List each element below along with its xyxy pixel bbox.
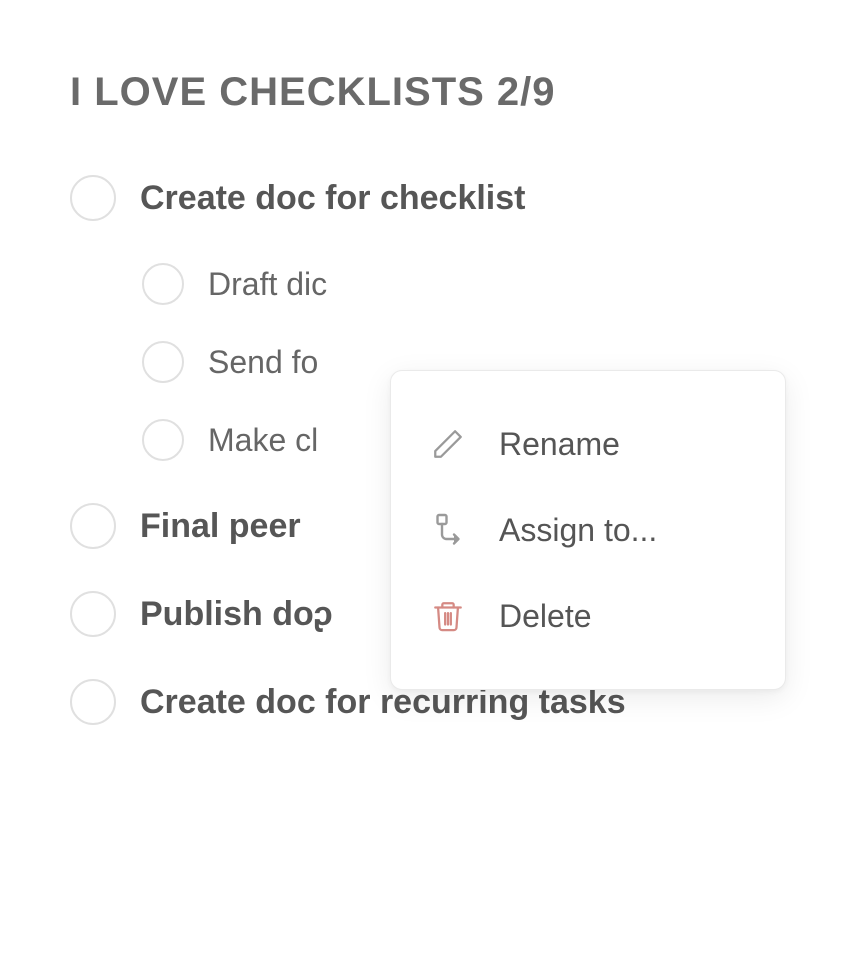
- checklist-item-label: Create doc for checklist: [140, 179, 525, 218]
- checklist-subitem[interactable]: Draft dic: [142, 263, 794, 305]
- checkbox-icon[interactable]: [70, 679, 116, 725]
- checklist-item[interactable]: Create doc for checklist: [70, 175, 794, 221]
- checkbox-icon[interactable]: [70, 503, 116, 549]
- checklist-item-label: Make cl: [208, 422, 318, 459]
- checklist-title: I LOVE CHECKLISTS 2/9: [70, 70, 794, 115]
- checklist-item-label: Publish doᶗ: [140, 595, 333, 634]
- assign-icon: [427, 509, 469, 551]
- menu-item-assign[interactable]: Assign to...: [391, 487, 785, 573]
- checklist-item-label: Final peer: [140, 507, 301, 546]
- pencil-icon: [427, 423, 469, 465]
- checkbox-icon[interactable]: [142, 341, 184, 383]
- menu-item-delete[interactable]: Delete: [391, 573, 785, 659]
- checklist-item-label: Send fo: [208, 344, 318, 381]
- trash-icon: [427, 595, 469, 637]
- checklist-item-label: Draft dic: [208, 266, 327, 303]
- menu-item-label: Delete: [499, 598, 592, 635]
- menu-item-rename[interactable]: Rename: [391, 401, 785, 487]
- menu-item-label: Assign to...: [499, 512, 657, 549]
- checklist-item[interactable]: Publish doᶗ: [70, 591, 390, 637]
- context-menu: Rename Assign to... Delete: [390, 370, 786, 690]
- checkbox-icon[interactable]: [142, 263, 184, 305]
- menu-item-label: Rename: [499, 426, 620, 463]
- checkbox-icon[interactable]: [142, 419, 184, 461]
- checklist-item[interactable]: Final peer: [70, 503, 390, 549]
- checkbox-icon[interactable]: [70, 591, 116, 637]
- checkbox-icon[interactable]: [70, 175, 116, 221]
